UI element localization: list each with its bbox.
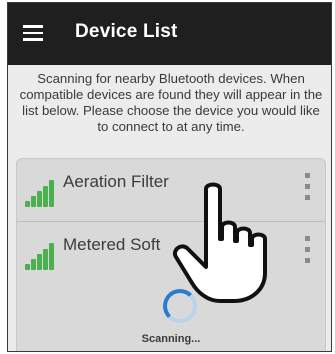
pointing-hand-icon xyxy=(173,182,267,303)
hamburger-menu-icon[interactable] xyxy=(23,25,43,41)
more-vertical-icon[interactable] xyxy=(303,173,311,209)
signal-strength-icon xyxy=(25,179,55,207)
scan-description: Scanning for nearby Bluetooth devices. W… xyxy=(19,71,323,134)
scanning-status: Scanning... xyxy=(141,333,201,345)
signal-strength-icon xyxy=(25,242,55,270)
device-screen: Device List Scanning for nearby Bluetoot… xyxy=(7,2,332,352)
device-name: Metered Soft xyxy=(63,235,161,254)
more-vertical-icon[interactable] xyxy=(303,236,311,272)
page-title: Device List xyxy=(75,21,178,42)
device-name: Aeration Filter xyxy=(63,172,169,191)
app-bar: Device List xyxy=(8,3,331,65)
